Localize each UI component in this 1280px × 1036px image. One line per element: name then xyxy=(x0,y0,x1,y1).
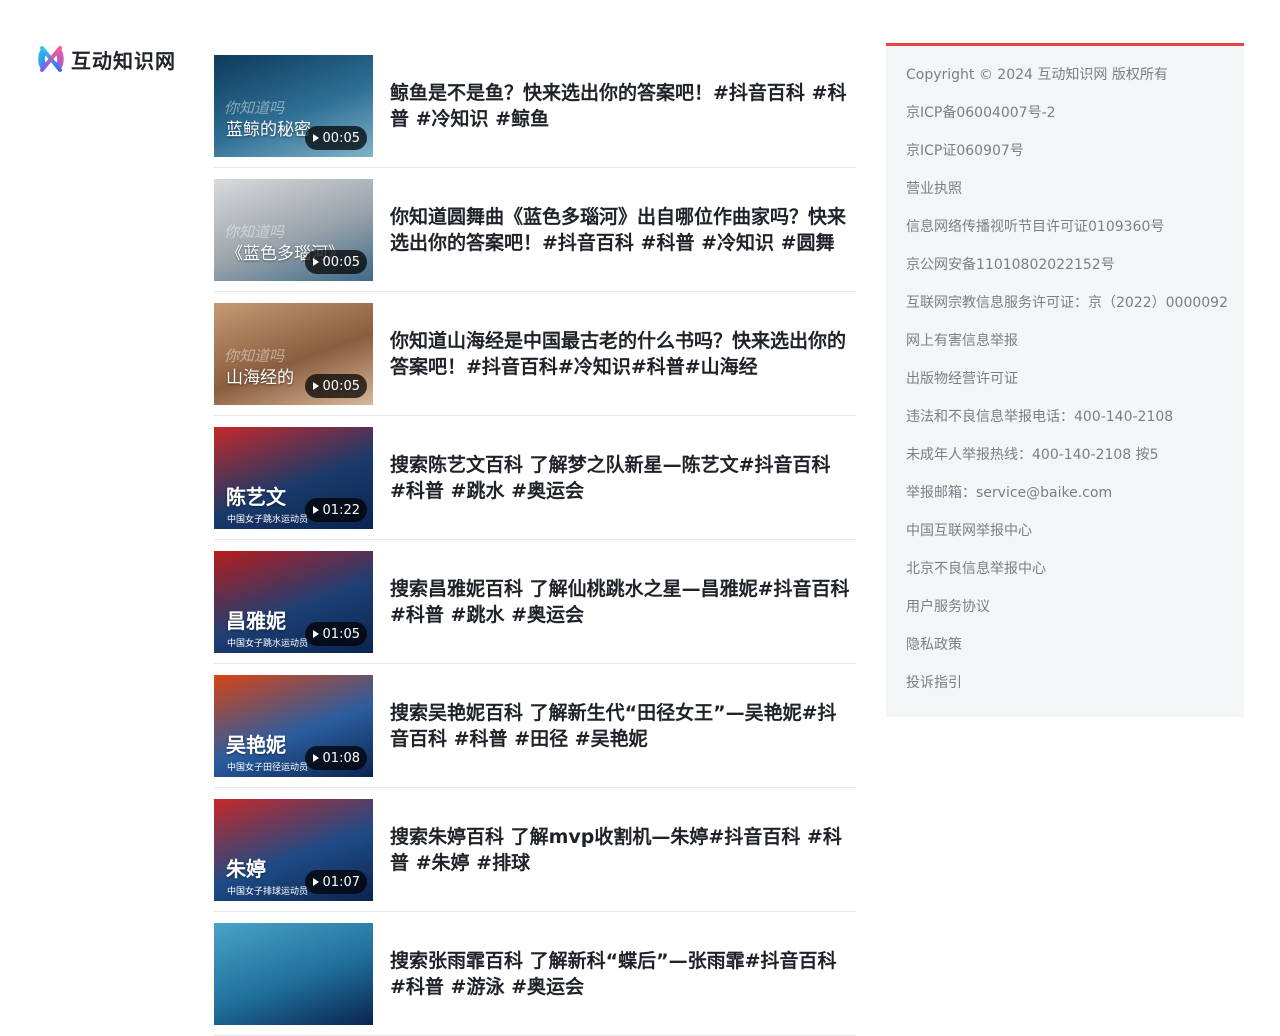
duration-text: 01:07 xyxy=(322,874,360,890)
duration-badge: 01:08 xyxy=(304,746,367,770)
video-list: 你知道吗 蓝鲸的秘密 00:05 鲸鱼是不是鱼？快来选出你的答案吧！#抖音百科 #科普… xyxy=(214,44,856,1036)
play-icon xyxy=(312,134,319,142)
duration-text: 01:08 xyxy=(322,750,360,766)
play-icon xyxy=(312,878,319,886)
duration-badge: 01:05 xyxy=(304,622,367,646)
site-logo[interactable]: 互动知识网 xyxy=(36,43,176,75)
thumbnail-caption: 中国女子跳水运动员 xyxy=(227,639,309,649)
duration-text: 01:22 xyxy=(322,502,360,518)
video-list-item[interactable]: 你知道吗 《蓝色多瑙河》 00:05 你知道圆舞曲《蓝色多瑙河》出自哪位作曲家吗？快来… xyxy=(214,168,856,292)
video-thumbnail[interactable] xyxy=(214,923,373,1025)
footer-link[interactable]: 京ICP证060907号 xyxy=(906,141,1224,161)
footer-sidebar: Copyright © 2024 互动知识网 版权所有京ICP备06004007… xyxy=(886,43,1244,717)
footer-link[interactable]: 举报邮箱：service@baike.com xyxy=(906,483,1224,503)
footer-link[interactable]: 中国互联网举报中心 xyxy=(906,521,1224,541)
thumbnail-title: 蓝鲸的秘密 xyxy=(226,120,311,140)
video-list-item[interactable]: 搜索张雨霏百科 了解新科“蝶后”—张雨霏#抖音百科 #科普 #游泳 #奥运会 xyxy=(214,912,856,1036)
video-title-link[interactable]: 你知道圆舞曲《蓝色多瑙河》出自哪位作曲家吗？快来选出你的答案吧！#抖音百科 #科… xyxy=(390,204,852,256)
thumbnail-title: 昌雅妮 xyxy=(226,609,286,633)
video-list-item[interactable]: 昌雅妮中国女子跳水运动员 01:05 搜索昌雅妮百科 了解仙桃跳水之星—昌雅妮#抖音… xyxy=(214,540,856,664)
thumbnail-caption: 中国女子田径运动员 xyxy=(227,763,309,773)
footer-link[interactable]: 互联网宗教信息服务许可证：京（2022）0000092 xyxy=(906,293,1228,313)
duration-badge: 00:05 xyxy=(304,126,367,150)
duration-text: 00:05 xyxy=(322,130,360,146)
video-title-link[interactable]: 你知道山海经是中国最古老的什么书吗？快来选出你的答案吧！#抖音百科#冷知识#科普… xyxy=(390,328,852,380)
thumbnail-title: 朱婷 xyxy=(226,857,266,881)
footer-link[interactable]: 出版物经营许可证 xyxy=(906,369,1224,389)
duration-badge: 00:05 xyxy=(304,250,367,274)
video-list-item[interactable]: 陈艺文中国女子跳水运动员 01:22 搜索陈艺文百科 了解梦之队新星—陈艺文#抖音百… xyxy=(214,416,856,540)
footer-link[interactable]: 北京不良信息举报中心 xyxy=(906,559,1224,579)
duration-badge: 00:05 xyxy=(304,374,367,398)
footer-link[interactable]: 隐私政策 xyxy=(906,635,1224,655)
duration-badge: 01:22 xyxy=(304,498,367,522)
video-thumbnail[interactable]: 你知道吗 蓝鲸的秘密 00:05 xyxy=(214,55,373,157)
thumbnail-title: 吴艳妮 xyxy=(226,733,286,757)
thumbnail-title: 山海经的 xyxy=(226,368,294,388)
footer-link[interactable]: 投诉指引 xyxy=(906,673,1224,693)
video-thumbnail[interactable]: 朱婷中国女子排球运动员 01:07 xyxy=(214,799,373,901)
duration-text: 00:05 xyxy=(322,254,360,270)
footer-link[interactable]: 用户服务协议 xyxy=(906,597,1224,617)
play-icon xyxy=(312,630,319,638)
footer-link[interactable]: 未成年人举报热线：400-140-2108 按5 xyxy=(906,445,1224,465)
video-list-item[interactable]: 你知道吗 山海经的 00:05 你知道山海经是中国最古老的什么书吗？快来选出你的答案吧… xyxy=(214,292,856,416)
video-title-link[interactable]: 搜索朱婷百科 了解mvp收割机—朱婷#抖音百科 #科普 #朱婷 #排球 xyxy=(390,824,852,876)
copyright-text: Copyright © 2024 互动知识网 版权所有 xyxy=(906,67,1168,83)
thumbnail-caption: 中国女子跳水运动员 xyxy=(227,515,309,525)
logo-text: 互动知识网 xyxy=(71,48,176,73)
play-icon xyxy=(312,382,319,390)
footer-link[interactable]: 京公网安备11010802022152号 xyxy=(906,255,1224,275)
video-thumbnail[interactable]: 你知道吗 《蓝色多瑙河》 00:05 xyxy=(214,179,373,281)
video-list-item[interactable]: 朱婷中国女子排球运动员 01:07 搜索朱婷百科 了解mvp收割机—朱婷#抖音百科 … xyxy=(214,788,856,912)
play-icon xyxy=(312,258,319,266)
video-thumbnail[interactable]: 昌雅妮中国女子跳水运动员 01:05 xyxy=(214,551,373,653)
thumbnail-title: 陈艺文 xyxy=(226,485,286,509)
duration-text: 00:05 xyxy=(322,378,360,394)
video-list-item[interactable]: 吴艳妮中国女子田径运动员 01:08 搜索吴艳妮百科 了解新生代“田径女王”—吴艳妮… xyxy=(214,664,856,788)
video-title-link[interactable]: 搜索吴艳妮百科 了解新生代“田径女王”—吴艳妮#抖音百科 #科普 #田径 #吴艳… xyxy=(390,700,852,752)
video-list-item[interactable]: 你知道吗 蓝鲸的秘密 00:05 鲸鱼是不是鱼？快来选出你的答案吧！#抖音百科 #科普… xyxy=(214,44,856,168)
duration-badge: 01:07 xyxy=(304,870,367,894)
thumbnail-image xyxy=(214,923,373,1025)
video-thumbnail[interactable]: 陈艺文中国女子跳水运动员 01:22 xyxy=(214,427,373,529)
footer-link[interactable]: 信息网络传播视听节目许可证0109360号 xyxy=(906,217,1224,237)
logo-icon xyxy=(38,46,64,72)
video-title-link[interactable]: 搜索昌雅妮百科 了解仙桃跳水之星—昌雅妮#抖音百科 #科普 #跳水 #奥运会 xyxy=(390,576,852,628)
video-title-link[interactable]: 搜索张雨霏百科 了解新科“蝶后”—张雨霏#抖音百科 #科普 #游泳 #奥运会 xyxy=(390,948,852,1000)
play-icon xyxy=(312,754,319,762)
thumbnail-caption: 中国女子排球运动员 xyxy=(227,887,309,897)
footer-link[interactable]: 网上有害信息举报 xyxy=(906,331,1224,351)
video-thumbnail[interactable]: 吴艳妮中国女子田径运动员 01:08 xyxy=(214,675,373,777)
duration-text: 01:05 xyxy=(322,626,360,642)
video-thumbnail[interactable]: 你知道吗 山海经的 00:05 xyxy=(214,303,373,405)
footer-link[interactable]: 京ICP备06004007号-2 xyxy=(906,103,1224,123)
play-icon xyxy=(312,506,319,514)
video-title-link[interactable]: 搜索陈艺文百科 了解梦之队新星—陈艺文#抖音百科 #科普 #跳水 #奥运会 xyxy=(390,452,852,504)
video-title-link[interactable]: 鲸鱼是不是鱼？快来选出你的答案吧！#抖音百科 #科普 #冷知识 #鲸鱼 xyxy=(390,80,852,132)
footer-link[interactable]: 营业执照 xyxy=(906,179,1224,199)
footer-link[interactable]: 违法和不良信息举报电话：400-140-2108 xyxy=(906,407,1224,427)
